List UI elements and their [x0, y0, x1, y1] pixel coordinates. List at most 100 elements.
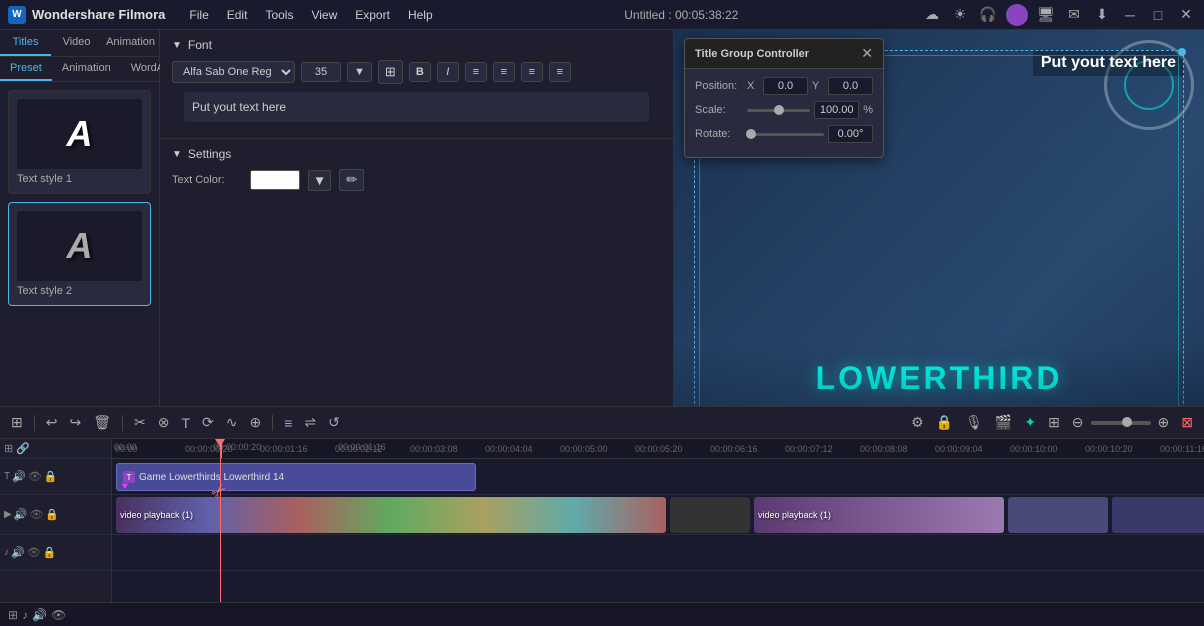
- menu-view[interactable]: View: [303, 6, 345, 24]
- bottom-track-btn-4[interactable]: 👁: [51, 608, 66, 622]
- style-item-1[interactable]: A Text style 1: [8, 90, 151, 194]
- track-2-eye-btn[interactable]: 👁: [29, 508, 43, 521]
- tl-zoom-out-btn[interactable]: ⊖: [1067, 411, 1089, 434]
- text-preview-area[interactable]: Put yout text here: [184, 92, 649, 122]
- tgc-title: Title Group Controller: [695, 48, 809, 60]
- track-3-eye-btn[interactable]: 👁: [27, 546, 41, 559]
- maximize-icon[interactable]: □: [1148, 5, 1168, 25]
- screen-icon[interactable]: 🖥: [1036, 5, 1056, 25]
- track-expand-btn[interactable]: ⊞: [4, 442, 13, 455]
- user-avatar[interactable]: [1006, 4, 1028, 26]
- tgc-y-input[interactable]: [828, 77, 873, 95]
- track-1-vol-btn[interactable]: 🔊: [12, 470, 26, 483]
- tl-zoom-slider[interactable]: [1091, 421, 1151, 425]
- mail-icon[interactable]: ✉: [1064, 5, 1084, 25]
- title-track: T Game Lowerthirds Lowerthird 14 ♥: [112, 459, 1204, 495]
- track-3-vol-btn[interactable]: 🔊: [11, 546, 25, 559]
- menu-edit[interactable]: Edit: [219, 6, 256, 24]
- track-1-lock-btn[interactable]: 🔒: [44, 470, 58, 483]
- font-section-label: Font: [188, 38, 212, 52]
- tl-rotate-btn[interactable]: ⟳: [197, 411, 219, 434]
- subtab-animation[interactable]: Animation: [52, 57, 121, 81]
- font-spacing-btn[interactable]: ⊞: [378, 60, 403, 84]
- cloud-icon[interactable]: ☁: [922, 5, 942, 25]
- font-size-dropdown[interactable]: ▼: [347, 62, 372, 82]
- tgc-x-input[interactable]: [763, 77, 808, 95]
- font-section-header[interactable]: ▼ Font: [172, 38, 661, 52]
- style-item-2[interactable]: A Text style 2: [8, 202, 151, 306]
- align-right-button[interactable]: ≡: [521, 62, 543, 82]
- video-clip-1[interactable]: video playback (1): [116, 497, 666, 533]
- color-picker-dropdown[interactable]: ▼: [308, 170, 331, 191]
- track-3-lock-btn[interactable]: 🔒: [43, 546, 57, 559]
- audio-track: [112, 535, 1204, 571]
- menu-tools[interactable]: Tools: [257, 6, 301, 24]
- close-window-icon[interactable]: ✕: [1176, 5, 1196, 25]
- tl-undo-btn[interactable]: ↩: [41, 411, 63, 434]
- tl-grid-btn[interactable]: ⊞: [6, 411, 28, 434]
- headset-icon[interactable]: 🎧: [978, 5, 998, 25]
- tl-redo-btn[interactable]: ↪: [64, 411, 86, 434]
- align-left-button[interactable]: ≡: [465, 62, 487, 82]
- tl-text-btn[interactable]: T: [176, 412, 195, 434]
- tgc-rotate-thumb[interactable]: [746, 129, 756, 139]
- tl-menu-btn[interactable]: ≡: [279, 412, 297, 434]
- tl-zoom-thumb[interactable]: [1122, 417, 1132, 427]
- bold-button[interactable]: B: [409, 62, 431, 82]
- track-2-lock-btn[interactable]: 🔒: [45, 508, 59, 521]
- video-clip-2[interactable]: [670, 497, 750, 533]
- video-clip-3[interactable]: video playback (1): [754, 497, 1004, 533]
- tl-expand-btn[interactable]: ⊞: [1043, 411, 1065, 434]
- tgc-scale-input[interactable]: [814, 101, 859, 119]
- settings-section-header[interactable]: ▼ Settings: [172, 147, 661, 161]
- tl-effect-btn[interactable]: ∿: [221, 411, 243, 434]
- title-clip[interactable]: T Game Lowerthirds Lowerthird 14: [116, 463, 476, 491]
- track-3-icon: ♪: [4, 547, 9, 558]
- menu-export[interactable]: Export: [347, 6, 398, 24]
- align-center-button[interactable]: ≡: [493, 62, 515, 82]
- tgc-rotate-input[interactable]: [828, 125, 873, 143]
- tgc-x-label: X: [747, 80, 759, 92]
- tab-animation[interactable]: Animation: [102, 30, 159, 56]
- bottom-track-btn-3[interactable]: 🔊: [32, 608, 47, 622]
- sun-icon[interactable]: ☀: [950, 5, 970, 25]
- tab-titles[interactable]: Titles: [0, 30, 51, 56]
- download-icon[interactable]: ⬇: [1092, 5, 1112, 25]
- tgc-rotate-slider[interactable]: [747, 133, 824, 136]
- menu-help[interactable]: Help: [400, 6, 441, 24]
- track-2-vol-btn[interactable]: 🔊: [14, 508, 28, 521]
- font-size-input[interactable]: [301, 62, 341, 82]
- italic-button[interactable]: I: [437, 62, 459, 82]
- tgc-scale-slider[interactable]: [747, 109, 810, 112]
- track-1-eye-btn[interactable]: 👁: [28, 470, 42, 483]
- tl-split-btn[interactable]: ⊗: [153, 411, 175, 434]
- eyedropper-button[interactable]: ✏: [339, 169, 364, 191]
- font-family-select[interactable]: Alfa Sab One Reg: [172, 61, 295, 83]
- video-clip-5[interactable]: [1112, 497, 1204, 533]
- handle-tr[interactable]: [1178, 48, 1186, 56]
- align-justify-button[interactable]: ≡: [549, 62, 571, 82]
- video-clip-4[interactable]: [1008, 497, 1108, 533]
- tl-add-btn[interactable]: ⊕: [244, 411, 266, 434]
- tl-connect-btn[interactable]: ✦: [1019, 411, 1041, 434]
- color-picker[interactable]: [250, 170, 300, 190]
- track-link-btn[interactable]: 🔗: [16, 442, 30, 455]
- tl-history-btn[interactable]: ↺: [323, 411, 345, 434]
- subtab-preset[interactable]: Preset: [0, 57, 52, 81]
- tl-zoom-in-btn[interactable]: ⊕: [1153, 411, 1175, 434]
- tl-more-btn[interactable]: ⊠: [1176, 411, 1198, 434]
- tl-mic-btn[interactable]: 🎙: [960, 411, 988, 434]
- tl-swap-btn[interactable]: ⇌: [299, 411, 321, 434]
- tl-clip-btn[interactable]: 🎬: [990, 411, 1017, 434]
- menu-file[interactable]: File: [181, 6, 216, 24]
- bottom-track-btn-2[interactable]: ♪: [22, 608, 28, 622]
- tl-settings-btn[interactable]: ⚙: [906, 411, 929, 434]
- tgc-close-button[interactable]: ✕: [861, 45, 873, 62]
- bottom-track-btn-1[interactable]: ⊞: [8, 608, 18, 622]
- tl-cut-btn[interactable]: ✂: [129, 411, 151, 434]
- tl-lock-btn[interactable]: 🔒: [931, 411, 958, 434]
- tgc-scale-thumb[interactable]: [774, 105, 784, 115]
- tab-video[interactable]: Video: [51, 30, 102, 56]
- tl-delete-btn[interactable]: 🗑: [88, 411, 116, 434]
- minimize-icon[interactable]: ─: [1120, 5, 1140, 25]
